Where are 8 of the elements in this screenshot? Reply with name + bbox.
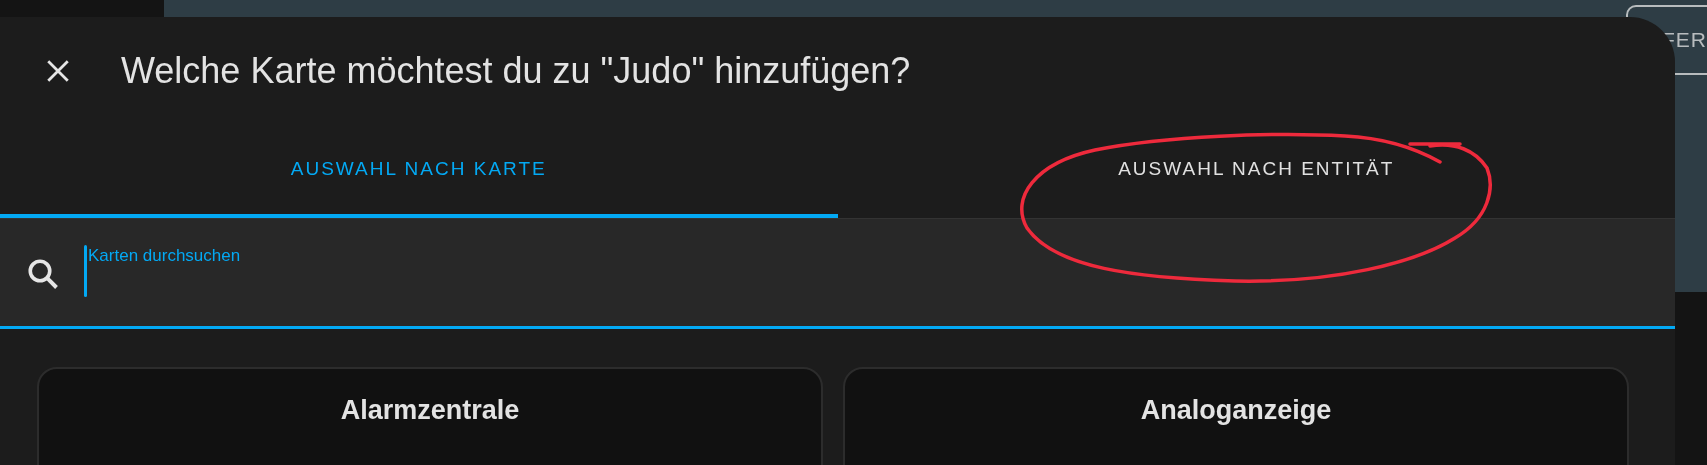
card[interactable]: Analoganzeige (843, 367, 1629, 465)
card-title: Analoganzeige (1140, 395, 1332, 426)
card-title: Alarmzentrale (340, 395, 520, 426)
search-field[interactable]: Karten durchsuchen (0, 219, 1675, 329)
dialog-title: Welche Karte möchtest du zu "Judo" hinzufügen? (121, 49, 911, 92)
tab[interactable]: AUSWAHL NACH ENTITÄT (837, 124, 1675, 218)
text-cursor (84, 245, 87, 297)
card[interactable]: Alarmzentrale (37, 367, 823, 465)
